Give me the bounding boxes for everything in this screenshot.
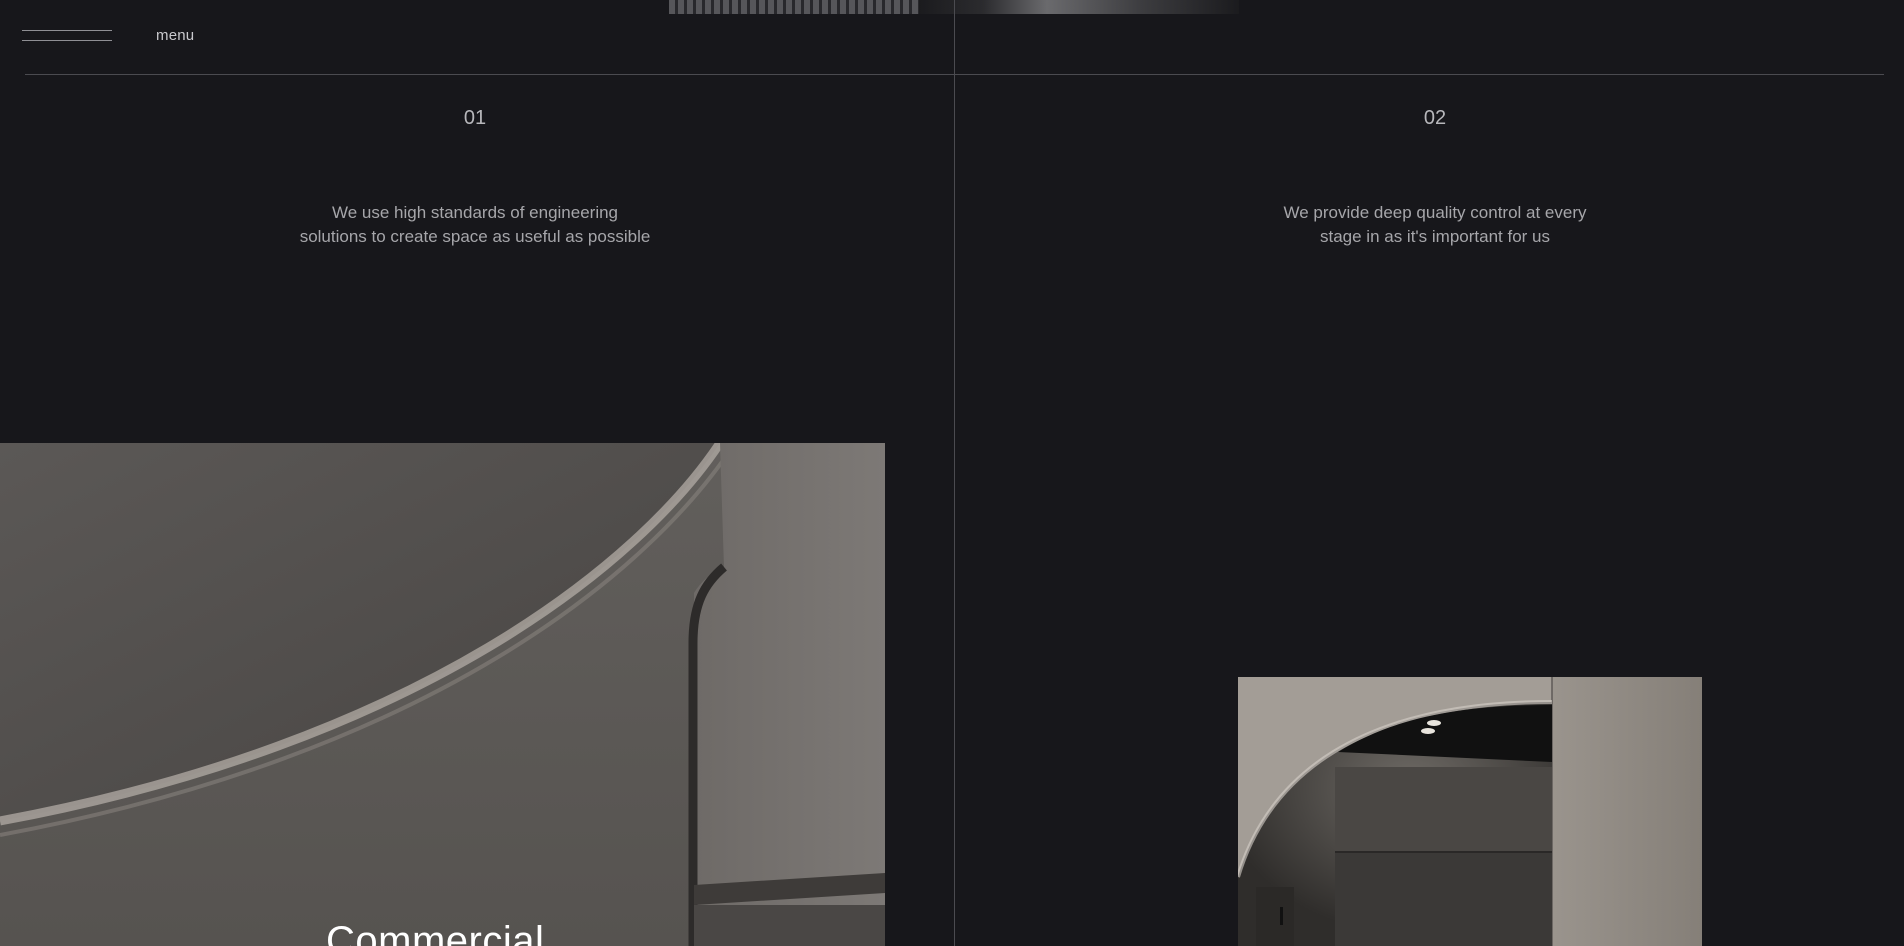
residential-interior-illustration <box>1238 677 1702 946</box>
column-description-02: We provide deep quality control at every… <box>1215 201 1655 249</box>
column-description-02-line-1: We provide deep quality control at every <box>1283 203 1587 222</box>
column-description-01-line-2: solutions to create space as useful as p… <box>299 227 651 246</box>
category-title-commercial[interactable]: Commercial <box>326 919 544 946</box>
column-description-01-line-1: We use high standards of engineering <box>331 203 619 222</box>
column-description-01: We use high standards of engineering sol… <box>255 201 695 249</box>
commercial-interior-illustration <box>0 443 885 946</box>
column-number-02: 02 <box>1423 107 1447 129</box>
menu-toggle-icon[interactable] <box>22 30 112 42</box>
menu-button[interactable]: menu <box>156 27 194 44</box>
column-number-01: 01 <box>463 107 487 129</box>
menu-line-bottom <box>22 40 112 41</box>
column-divider <box>954 0 955 946</box>
top-thumbnail-left[interactable] <box>669 0 919 14</box>
menu-line-top <box>22 30 112 31</box>
page: menu 01 We use high standards of enginee… <box>0 0 1904 946</box>
column-description-02-line-2: stage in as it's important for us <box>1319 227 1550 246</box>
commercial-interior-photo[interactable] <box>0 443 885 946</box>
residential-interior-photo[interactable] <box>1238 677 1702 946</box>
top-thumbnail-right[interactable] <box>919 0 1239 14</box>
